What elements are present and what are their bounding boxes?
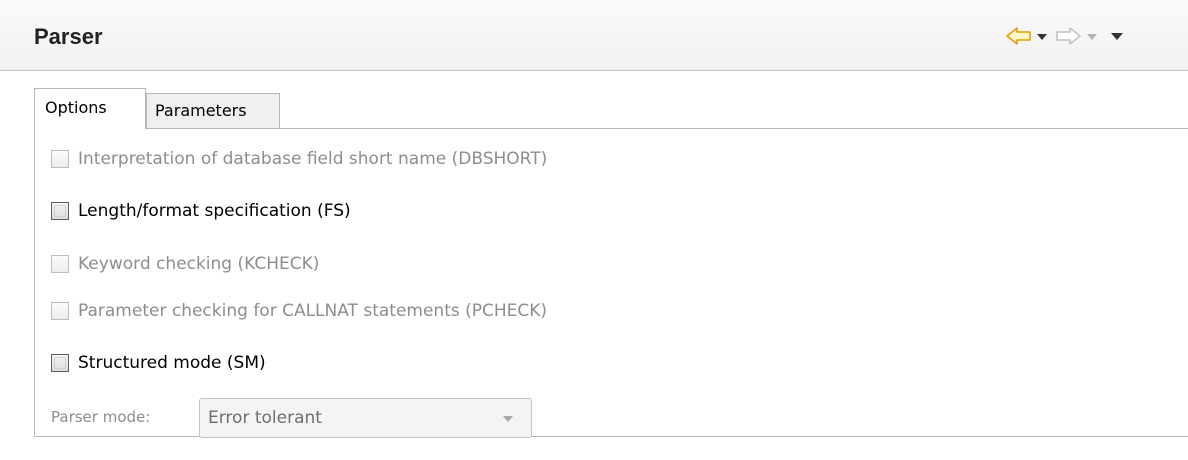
forward-history-dropdown-icon[interactable] bbox=[1087, 34, 1097, 40]
kcheck-checkbox bbox=[51, 255, 69, 273]
pcheck-label: Parameter checking for CALLNAT statement… bbox=[78, 301, 548, 321]
forward-arrow-icon[interactable] bbox=[1055, 26, 1081, 46]
dbshort-checkbox bbox=[51, 150, 69, 168]
sm-checkbox[interactable] bbox=[51, 354, 69, 372]
dbshort-label: Interpretation of database field short n… bbox=[78, 149, 548, 169]
parser-mode-select: Error tolerant bbox=[199, 398, 532, 438]
tab-options[interactable]: Options bbox=[34, 88, 146, 129]
back-arrow-icon[interactable] bbox=[1006, 26, 1032, 46]
tab-parameters-label: Parameters bbox=[155, 101, 247, 120]
fs-label[interactable]: Length/format specification (FS) bbox=[78, 200, 351, 222]
page-title: Parser bbox=[34, 24, 103, 49]
sm-label[interactable]: Structured mode (SM) bbox=[78, 352, 266, 374]
tab-parameters[interactable]: Parameters bbox=[146, 93, 280, 128]
kcheck-label: Keyword checking (KCHECK) bbox=[78, 254, 320, 274]
pcheck-checkbox bbox=[51, 302, 69, 320]
editor-header: Parser bbox=[0, 0, 1188, 71]
options-panel bbox=[34, 128, 1188, 437]
tab-options-label: Options bbox=[45, 98, 107, 117]
view-menu-icon[interactable] bbox=[1111, 33, 1123, 40]
parser-mode-label: Parser mode: bbox=[51, 408, 151, 426]
back-history-dropdown-icon[interactable] bbox=[1037, 34, 1047, 40]
parser-mode-value: Error tolerant bbox=[208, 408, 322, 428]
chevron-down-icon bbox=[503, 416, 513, 422]
fs-checkbox[interactable] bbox=[51, 202, 69, 220]
